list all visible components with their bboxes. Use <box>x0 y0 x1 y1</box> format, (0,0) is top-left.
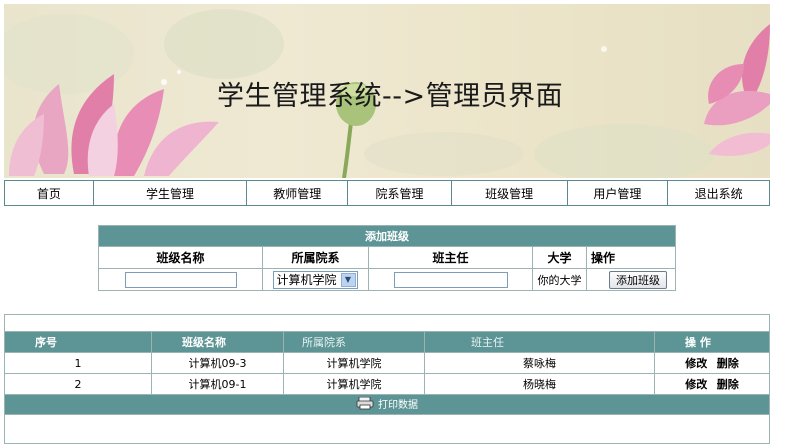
head-teacher-input[interactable] <box>393 271 508 288</box>
nav-teacher-management[interactable]: 教师管理 <box>247 181 349 205</box>
nav-user-management[interactable]: 用户管理 <box>568 181 669 205</box>
print-data-label: 打印数据 <box>378 400 418 411</box>
nav-student-management[interactable]: 学生管理 <box>94 181 248 205</box>
row-class-name: 计算机09-3 <box>151 352 284 374</box>
main-nav: 首页 学生管理 教师管理 院系管理 班级管理 用户管理 退出系统 <box>4 180 770 206</box>
department-selected-value: 计算机学院 <box>276 273 337 287</box>
class-name-input[interactable] <box>124 271 237 288</box>
row-index: 2 <box>4 373 152 395</box>
nav-department-management[interactable]: 院系管理 <box>348 181 452 205</box>
add-class-form: 添加班级 班级名称 所属院系 班主任 大学 操作 计算机学院 ▼ 你的大学 添加… <box>98 225 676 291</box>
nav-class-management[interactable]: 班级管理 <box>452 181 568 205</box>
column-department: 所属院系 <box>283 331 425 353</box>
nav-logout[interactable]: 退出系统 <box>668 181 769 205</box>
add-class-title: 添加班级 <box>98 225 676 247</box>
column-head-teacher: 班主任 <box>424 331 655 353</box>
table-row: 1 计算机09-3 计算机学院 蔡咏梅 修改 删除 <box>4 352 770 374</box>
page-title: 学生管理系统-->管理员界面 <box>217 81 564 112</box>
column-class-name: 班级名称 <box>151 331 284 353</box>
print-data-button[interactable]: 打印数据 <box>356 396 418 411</box>
printer-icon <box>356 397 374 410</box>
row-class-name: 计算机09-1 <box>151 373 284 395</box>
header-head-teacher: 班主任 <box>368 246 533 269</box>
header-department: 所属院系 <box>262 246 369 269</box>
row-head-teacher: 杨晓梅 <box>424 373 655 395</box>
nav-home[interactable]: 首页 <box>5 181 94 205</box>
chevron-down-icon[interactable]: ▼ <box>340 272 356 287</box>
class-list-table: 序号 班级名称 所属院系 班主任 操 作 1 计算机09-3 计算机学院 蔡咏梅… <box>4 331 770 415</box>
header-operation: 操作 <box>586 246 676 269</box>
department-select[interactable]: 计算机学院 ▼ <box>273 270 358 289</box>
header-banner: 学生管理系统-->管理员界面 <box>4 4 770 178</box>
table-row: 2 计算机09-1 计算机学院 杨晓梅 修改 删除 <box>4 373 770 395</box>
edit-link[interactable]: 修改 <box>685 378 707 391</box>
row-head-teacher: 蔡咏梅 <box>424 352 655 374</box>
delete-link[interactable]: 删除 <box>717 378 739 391</box>
header-class-name: 班级名称 <box>98 246 263 269</box>
add-class-button[interactable]: 添加班级 <box>609 270 667 289</box>
delete-link[interactable]: 删除 <box>717 357 739 370</box>
row-department: 计算机学院 <box>283 352 425 374</box>
row-index: 1 <box>4 352 152 374</box>
column-operation: 操 作 <box>654 331 770 353</box>
edit-link[interactable]: 修改 <box>685 357 707 370</box>
university-value: 你的大学 <box>532 268 587 291</box>
column-index: 序号 <box>4 331 152 353</box>
row-department: 计算机学院 <box>283 373 425 395</box>
header-university: 大学 <box>532 246 587 269</box>
